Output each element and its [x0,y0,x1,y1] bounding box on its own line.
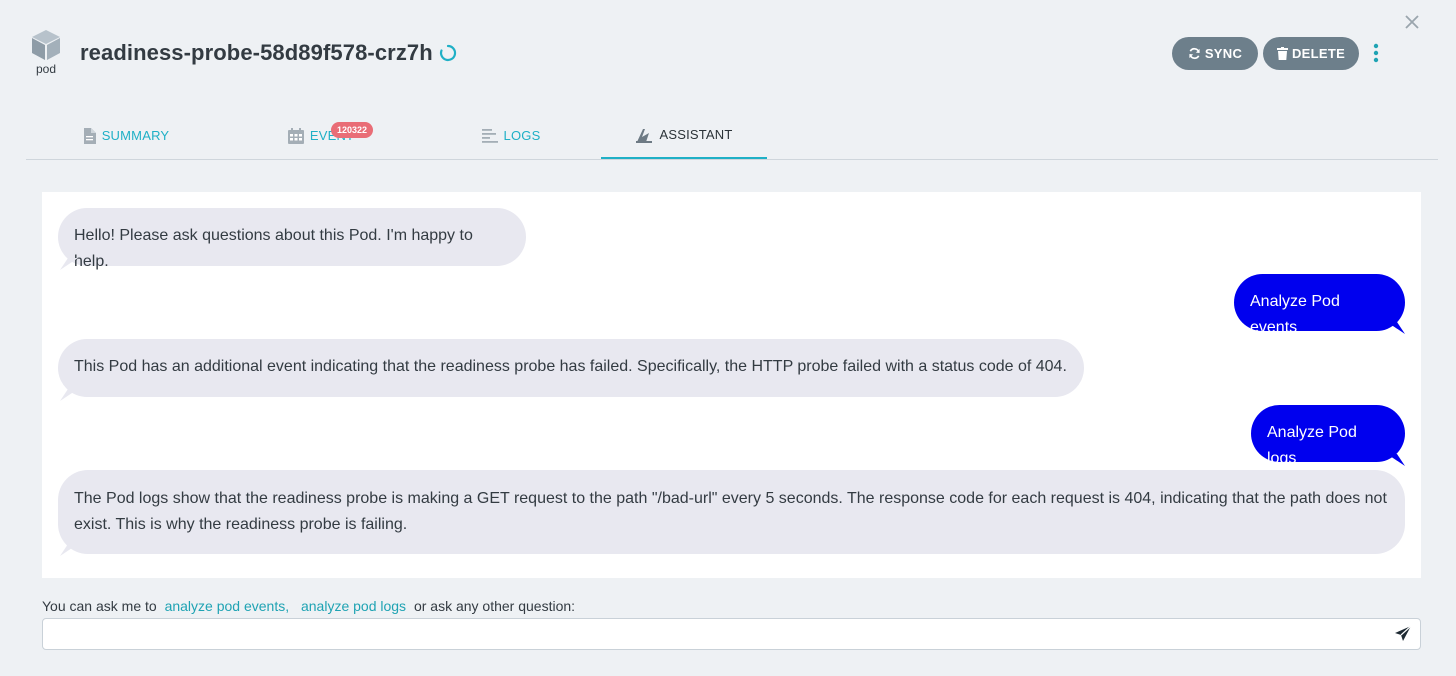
tab-summary-label: SUMMARY [101,128,170,143]
user-message: Analyze Pod logs [1251,405,1405,467]
chat-input-box [42,618,1421,650]
chat-input[interactable] [43,619,1373,649]
sync-icon [1189,47,1200,60]
resource-header: pod readiness-probe-58d89f578-crz7h SYNC… [26,24,1436,84]
send-icon[interactable] [1394,625,1412,643]
bubble-tail [1387,322,1405,334]
trash-icon [1276,47,1288,60]
bubble-tail [60,544,78,556]
suggestion-hint: You can ask me to analyze pod events, an… [42,598,575,614]
hint-suffix: or ask any other question: [413,598,576,614]
cube-icon [30,28,62,62]
tab-bar: SUMMARY EVENT 120322 LOGS ASSISTANT [26,112,1438,160]
suggestion-analyze-pod-events[interactable]: analyze pod events, [165,598,290,614]
tab-logs-label: LOGS [503,128,541,143]
assistant-message: Hello! Please ask questions about this P… [58,208,526,270]
message-text: Hello! Please ask questions about this P… [74,227,473,270]
hint-prefix: You can ask me to [42,598,157,614]
page-title: readiness-probe-58d89f578-crz7h [80,40,433,65]
tab-assistant[interactable]: ASSISTANT [601,112,767,159]
message-text: This Pod has an additional event indicat… [74,358,1067,375]
events-count-badge: 120322 [331,122,374,138]
chat-panel: Hello! Please ask questions about this P… [42,192,1421,578]
message-text: Analyze Pod logs [1267,424,1357,467]
message-text: The Pod logs show that the readiness pro… [74,490,1387,533]
calendar-icon [287,127,304,144]
bubble-tail [60,258,78,270]
user-message: Analyze Pod events [1234,274,1405,336]
align-left-icon [481,128,498,143]
tab-summary[interactable]: SUMMARY [66,112,186,159]
progressing-status-icon [439,44,457,62]
assistant-message: The Pod logs show that the readiness pro… [58,470,1405,554]
delete-button[interactable]: DELETE [1263,37,1359,70]
sync-button-label: SYNC [1204,46,1243,61]
tab-assistant-label: ASSISTANT [659,127,733,142]
suggestion-analyze-pod-logs[interactable]: analyze pod logs [301,598,406,614]
assistant-message: This Pod has an additional event indicat… [58,339,1084,397]
bubble-tail [60,389,78,401]
bubble-tail [1387,454,1405,466]
file-icon [83,127,96,144]
delete-button-label: DELETE [1291,46,1346,61]
assistant-icon [636,128,653,143]
sync-button[interactable]: SYNC [1172,37,1258,70]
more-options-icon[interactable] [1370,42,1382,64]
message-text: Analyze Pod events [1250,293,1340,336]
resource-kind-label: pod [35,62,57,76]
tab-logs[interactable]: LOGS [466,112,556,159]
